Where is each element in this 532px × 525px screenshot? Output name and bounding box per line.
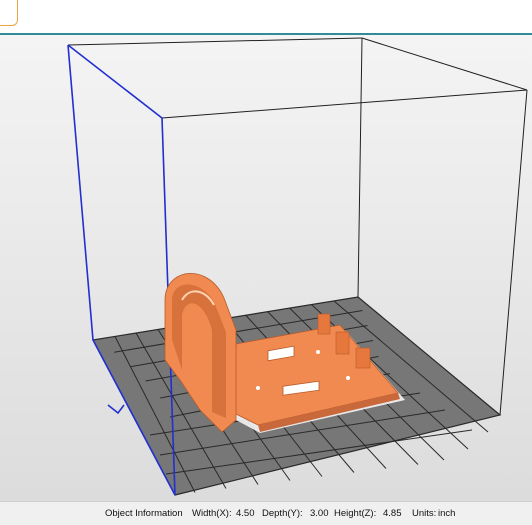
units-label: Units:: [412, 508, 437, 519]
width-value: 4.50: [236, 508, 255, 519]
depth-value: 3.00: [310, 508, 329, 519]
units-value: inch: [438, 508, 456, 519]
toolbar-tab-stub[interactable]: [0, 0, 18, 26]
status-bar: Object Information Width(X): 4.50 Depth(…: [0, 501, 532, 525]
toolbar: [0, 0, 532, 33]
object-info-label: Object Information: [105, 508, 183, 519]
3d-viewport[interactable]: [0, 35, 532, 501]
print-volume-scene: [67, 37, 528, 496]
height-value: 4.85: [383, 508, 402, 519]
width-label: Width(X):: [192, 508, 232, 519]
depth-label: Depth(Y):: [262, 508, 303, 519]
height-label: Height(Z):: [334, 508, 377, 519]
